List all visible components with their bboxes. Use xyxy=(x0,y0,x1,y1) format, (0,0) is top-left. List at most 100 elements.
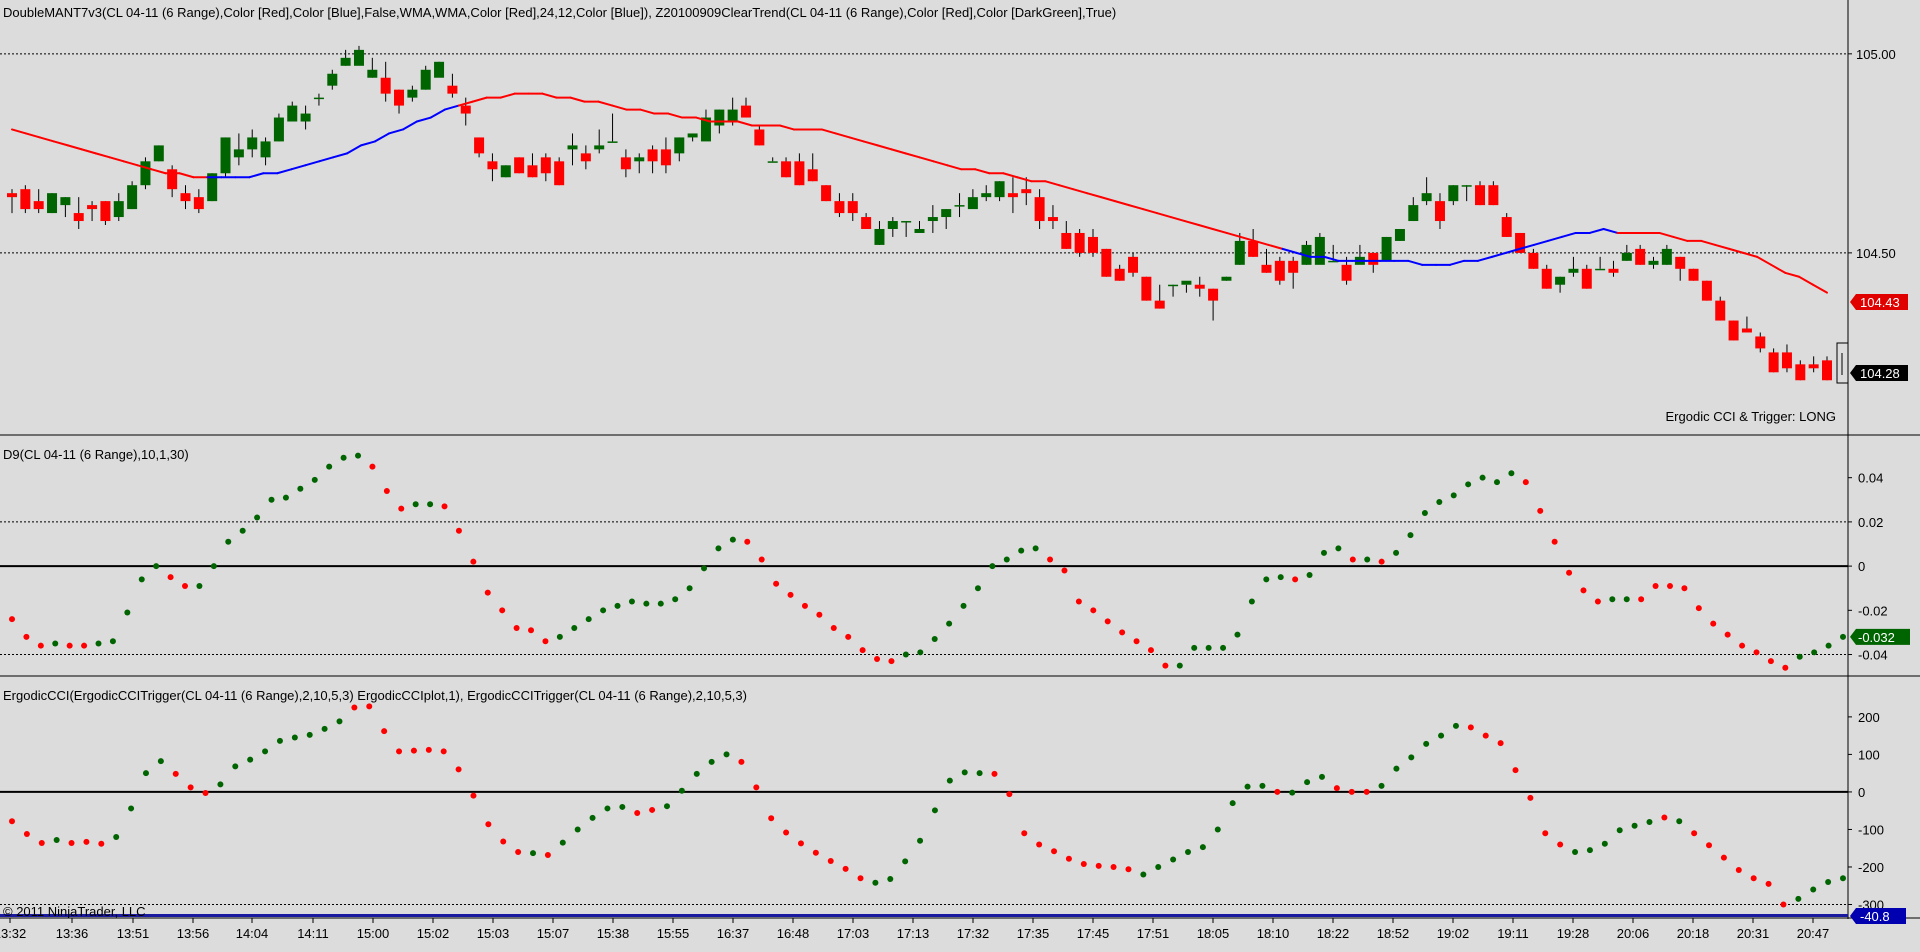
ergodic-point xyxy=(1408,754,1415,761)
candle-down xyxy=(514,157,525,174)
candle-down xyxy=(1675,256,1686,269)
time-tick-label: 17:32 xyxy=(957,926,990,941)
ergodic-point xyxy=(1720,854,1727,861)
candle-down xyxy=(1755,336,1766,349)
d9-point xyxy=(960,602,967,609)
ergodic-point xyxy=(530,850,537,857)
d9-point xyxy=(845,633,852,640)
ergodic-point xyxy=(1438,732,1445,739)
d9-point xyxy=(715,545,722,552)
ergodic-panel-title: ErgodicCCI(ErgodicCCITrigger(CL 04-11 (6… xyxy=(3,688,747,703)
d9-point xyxy=(398,505,405,512)
moving-average-segment xyxy=(820,128,837,135)
candle-down xyxy=(1154,300,1165,309)
ergodic-point xyxy=(678,787,685,794)
candle-up xyxy=(927,217,938,222)
ergodic-point xyxy=(1691,830,1698,837)
ergodic-point xyxy=(1393,765,1400,772)
ergodic-point xyxy=(1378,782,1385,789)
d9-tick-label: 0.02 xyxy=(1858,515,1883,530)
d9-point xyxy=(1090,607,1097,614)
d9-point xyxy=(1263,576,1270,583)
moving-average-segment xyxy=(1770,263,1787,274)
moving-average-segment xyxy=(1449,259,1465,266)
moving-average-segment xyxy=(1714,243,1731,250)
moving-average-segment xyxy=(24,132,41,139)
ergodic-point xyxy=(1125,866,1132,873)
ergodic-point xyxy=(485,821,492,828)
candle-up xyxy=(941,209,952,218)
d9-point xyxy=(1522,479,1529,486)
ergodic-point xyxy=(1661,814,1668,821)
ergodic-point xyxy=(1185,848,1192,855)
ergodic-point xyxy=(708,758,715,765)
d9-point xyxy=(686,585,693,592)
moving-average-segment xyxy=(1798,275,1815,286)
ergodic-value-marker-text: -40.8 xyxy=(1860,909,1890,924)
d9-point xyxy=(1364,556,1371,563)
ergodic-point xyxy=(1259,782,1266,789)
moving-average-segment xyxy=(1211,227,1228,234)
d9-point xyxy=(254,514,261,521)
ergodic-point xyxy=(276,737,283,744)
d9-point xyxy=(455,527,462,534)
ergodic-point xyxy=(1586,847,1593,854)
d9-value-marker: -0.032 xyxy=(1850,628,1910,645)
moving-average-segment xyxy=(471,96,488,103)
candle-up xyxy=(1461,185,1472,187)
candle-up xyxy=(914,228,925,233)
ergodic-point xyxy=(515,848,522,855)
ergodic-point xyxy=(113,833,120,840)
moving-average-segment xyxy=(276,168,293,175)
d9-point xyxy=(1739,642,1746,649)
ergodic-point xyxy=(172,770,179,777)
ergodic-point xyxy=(470,792,477,799)
ergodic-point xyxy=(1840,875,1846,882)
candle-down xyxy=(620,157,631,170)
candle-up xyxy=(113,201,124,218)
ergodic-point xyxy=(544,851,551,858)
d9-point xyxy=(81,642,88,649)
candle-up xyxy=(954,205,965,207)
moving-average-segment xyxy=(1728,247,1745,254)
moving-average-segment xyxy=(1239,235,1256,242)
moving-average-segment xyxy=(1072,188,1089,195)
chart-canvas[interactable]: 105.00 104.50 104.43 104.28 0.04 0.02 0 -0.02 -0… xyxy=(0,0,1920,952)
d9-point xyxy=(801,602,808,609)
d9-point xyxy=(37,642,44,649)
moving-average-segment xyxy=(1476,255,1493,262)
price-panel-title: DoubleMANT7v3(CL 04-11 (6 Range),Color [… xyxy=(3,5,1117,20)
moving-average-segment xyxy=(1756,255,1773,266)
ma-value-marker-text: 104.43 xyxy=(1860,295,1900,310)
last-price-marker-text: 104.28 xyxy=(1860,366,1900,381)
d9-point xyxy=(989,563,996,570)
d9-point xyxy=(1335,545,1342,552)
moving-average-segment xyxy=(346,144,363,155)
ergodic-point xyxy=(1482,732,1489,739)
time-tick-label: 14:04 xyxy=(236,926,269,941)
d9-tick-label: 0.04 xyxy=(1858,471,1883,486)
moving-average-segment xyxy=(1197,224,1214,230)
ergodic-point xyxy=(1199,844,1206,851)
d9-point xyxy=(124,609,131,616)
candle-down xyxy=(847,201,858,214)
moving-average-segment xyxy=(178,172,195,179)
ergodic-point xyxy=(98,840,105,847)
ergodic-point xyxy=(1706,842,1713,849)
d9-point xyxy=(470,558,477,565)
candle-up xyxy=(233,149,244,158)
ergodic-point xyxy=(1825,878,1832,885)
d9-point xyxy=(153,563,160,570)
moving-average-segment xyxy=(80,148,97,155)
candle-down xyxy=(834,201,845,214)
d9-point xyxy=(1147,647,1154,654)
ergodic-point xyxy=(797,840,804,847)
candle-up xyxy=(1168,284,1179,287)
time-tick-label: 16:48 xyxy=(777,926,810,941)
d9-point xyxy=(355,452,362,459)
d9-point xyxy=(1421,510,1428,517)
d9-point xyxy=(1133,638,1140,645)
candle-down xyxy=(580,153,591,162)
ergodic-point xyxy=(946,777,953,784)
ergodic-point xyxy=(1780,901,1787,908)
